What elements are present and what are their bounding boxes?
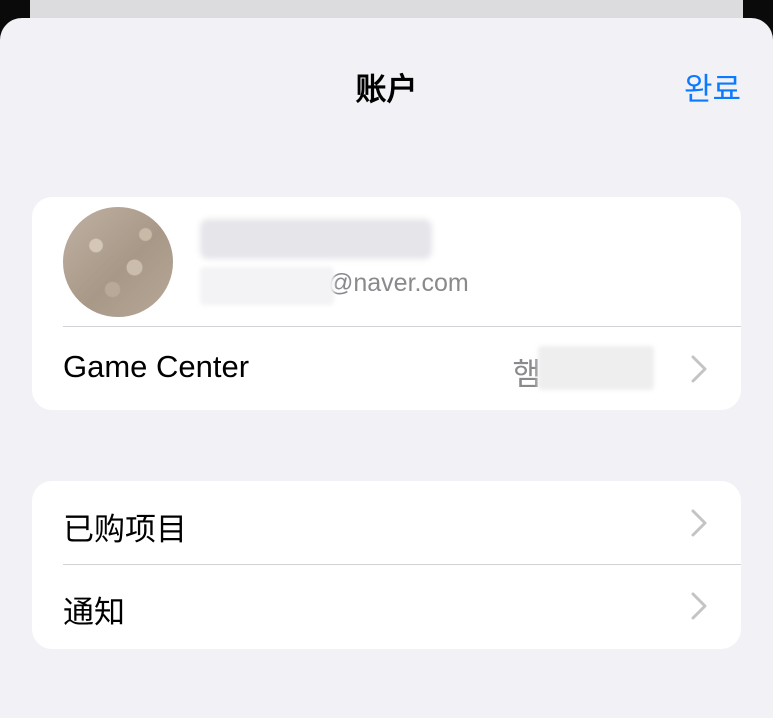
profile-row[interactable]: @naver.com [32, 197, 741, 326]
game-center-nickname: 햄 [512, 357, 541, 392]
avatar [63, 207, 173, 317]
purchased-items-row[interactable]: 已购项目 [32, 481, 741, 565]
chevron-right-icon [691, 509, 707, 537]
redacted-nickname [538, 346, 654, 390]
game-center-row[interactable]: Game Center 햄 [32, 327, 741, 410]
page-title: 账户 [355, 72, 418, 107]
chevron-right-icon [691, 355, 707, 383]
menu-card: 已购项目 通知 [32, 481, 741, 649]
redacted-email-prefix [200, 267, 334, 305]
notifications-row[interactable]: 通知 [32, 565, 741, 649]
redacted-name [200, 219, 432, 259]
purchased-items-label: 已购项目 [63, 512, 187, 547]
chevron-right-icon [691, 592, 707, 620]
done-button[interactable]: 완료 [684, 70, 741, 110]
email-label: @naver.com [328, 269, 469, 297]
game-center-label: Game Center [63, 349, 250, 384]
notifications-label: 通知 [63, 595, 125, 630]
account-card: @naver.com Game Center 햄 [32, 197, 741, 410]
